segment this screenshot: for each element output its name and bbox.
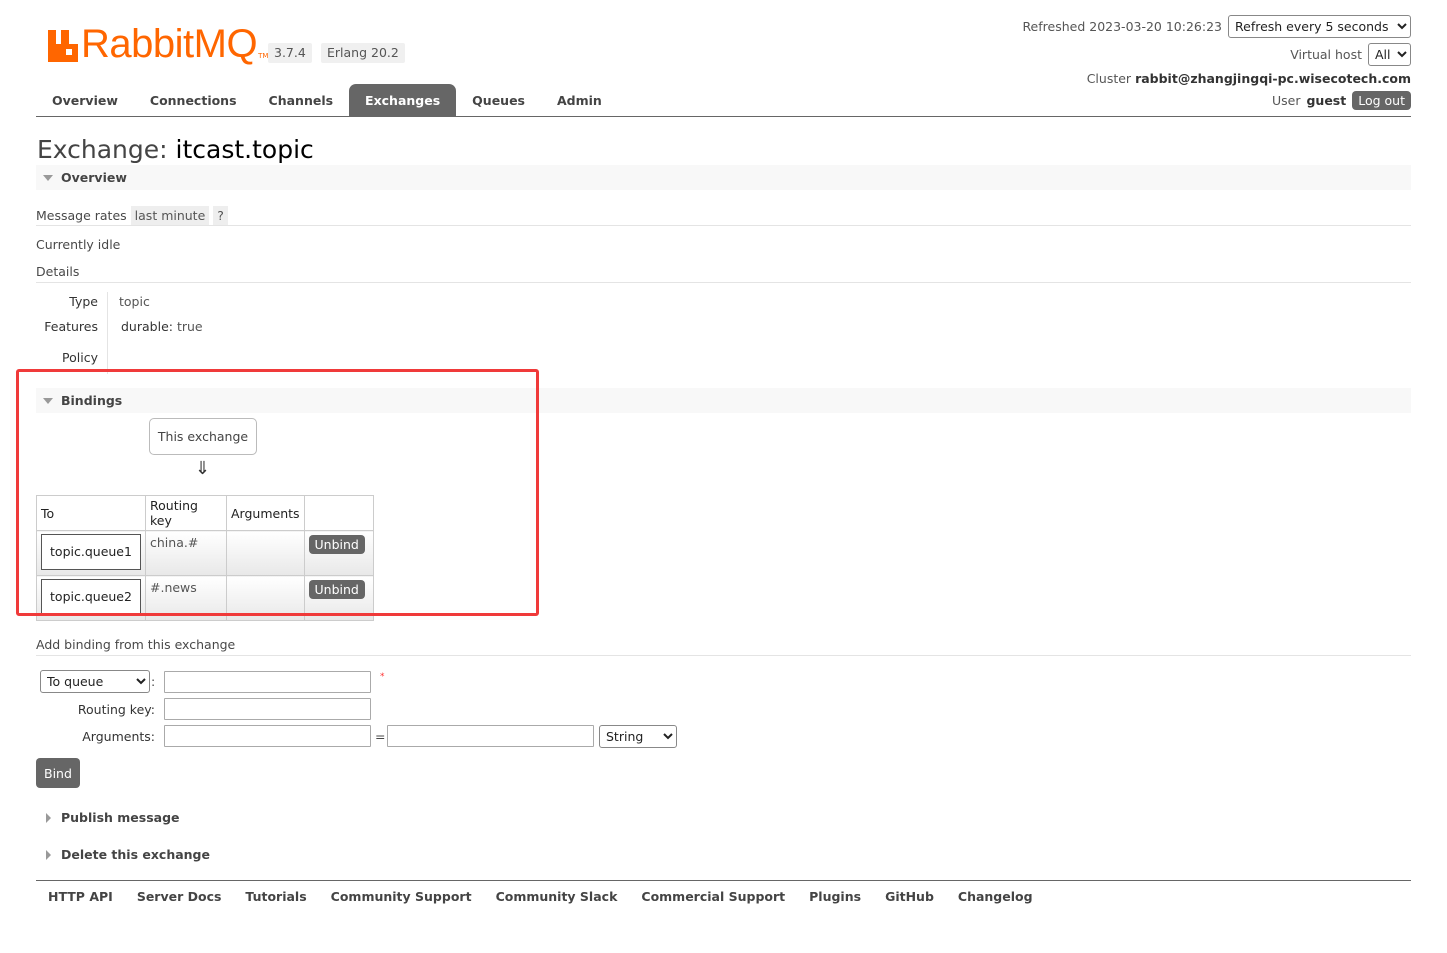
footer-link-plugins[interactable]: Plugins (797, 889, 873, 904)
features-value: durable: true (121, 319, 203, 334)
type-value: topic (119, 294, 150, 309)
footer-link-changelog[interactable]: Changelog (946, 889, 1045, 904)
rabbitmq-mark-icon (48, 30, 78, 62)
details-divider (107, 292, 108, 374)
page-title: Exchange: itcast.topic (37, 135, 314, 164)
footer-link-github[interactable]: GitHub (873, 889, 946, 904)
page-title-prefix: Exchange: (37, 135, 168, 164)
routing-key-label: Routing key: (77, 702, 155, 717)
tab-admin[interactable]: Admin (541, 84, 618, 116)
delete-exchange-heading: Delete this exchange (61, 847, 210, 862)
tab-overview[interactable]: Overview (36, 84, 134, 116)
overview-section-toggle[interactable]: Overview (36, 165, 1411, 190)
add-binding-heading: Add binding from this exchange (36, 637, 236, 652)
argument-value-input[interactable] (387, 725, 594, 747)
divider (36, 282, 1411, 283)
footer-links: HTTP API Server Docs Tutorials Community… (36, 880, 1411, 904)
footer-link-tutorials[interactable]: Tutorials (233, 889, 318, 904)
divider (36, 225, 1411, 226)
idle-status: Currently idle (36, 237, 121, 252)
rabbitmq-logo[interactable]: RabbitMQ TM (48, 22, 269, 66)
argument-type-select[interactable]: String (599, 725, 677, 748)
trademark: TM (258, 52, 269, 60)
colon: : (151, 674, 156, 689)
features-label: Features (44, 319, 98, 334)
footer-link-http-api[interactable]: HTTP API (36, 889, 125, 904)
erlang-version-badge: Erlang 20.2 (321, 43, 405, 63)
rates-period-toggle[interactable]: last minute (130, 206, 210, 225)
help-icon[interactable]: ? (213, 206, 228, 225)
destination-name-input[interactable] (164, 671, 371, 693)
divider (36, 655, 1411, 656)
destination-type-select[interactable]: To queue (40, 670, 150, 693)
delete-exchange-toggle[interactable]: Delete this exchange (36, 847, 336, 865)
collapse-triangle-icon (43, 175, 53, 181)
message-rates-row: Message rates last minute ? (36, 206, 228, 225)
vhost-label: Virtual host (1290, 47, 1362, 62)
footer-link-server-docs[interactable]: Server Docs (125, 889, 234, 904)
required-asterisk: * (380, 672, 385, 682)
vhost-select[interactable]: All (1368, 43, 1411, 66)
highlight-annotation-frame (16, 369, 539, 616)
publish-message-toggle[interactable]: Publish message (36, 810, 336, 828)
refresh-line: Refreshed 2023-03-20 10:26:23 Refresh ev… (1022, 15, 1411, 38)
type-label: Type (69, 294, 98, 309)
arguments-label: Arguments: (82, 729, 155, 744)
policy-label: Policy (62, 350, 98, 365)
footer-link-commercial-support[interactable]: Commercial Support (629, 889, 797, 904)
footer-link-community-support[interactable]: Community Support (319, 889, 484, 904)
rabbitmq-version-badge: 3.7.4 (268, 43, 312, 63)
details-heading: Details (36, 264, 80, 279)
overview-heading: Overview (61, 170, 127, 185)
tab-connections[interactable]: Connections (134, 84, 253, 116)
vhost-line: Virtual host All (1290, 43, 1411, 66)
refreshed-timestamp: Refreshed 2023-03-20 10:26:23 (1022, 19, 1222, 34)
tab-exchanges[interactable]: Exchanges (349, 84, 457, 116)
tab-queues[interactable]: Queues (456, 84, 541, 116)
footer-link-community-slack[interactable]: Community Slack (484, 889, 630, 904)
refresh-interval-select[interactable]: Refresh every 5 seconds (1228, 15, 1411, 38)
expand-triangle-icon (46, 850, 51, 860)
logo-wordmark: RabbitMQ (81, 22, 258, 66)
expand-triangle-icon (46, 813, 51, 823)
bind-button[interactable]: Bind (36, 758, 80, 788)
routing-key-input[interactable] (164, 698, 371, 720)
message-rates-label: Message rates (36, 208, 127, 223)
equals-sign: = (375, 729, 386, 744)
argument-key-input[interactable] (164, 725, 371, 747)
main-nav: Overview Connections Channels Exchanges … (36, 84, 1411, 117)
tab-channels[interactable]: Channels (253, 84, 350, 116)
publish-message-heading: Publish message (61, 810, 180, 825)
exchange-name: itcast.topic (175, 135, 314, 164)
